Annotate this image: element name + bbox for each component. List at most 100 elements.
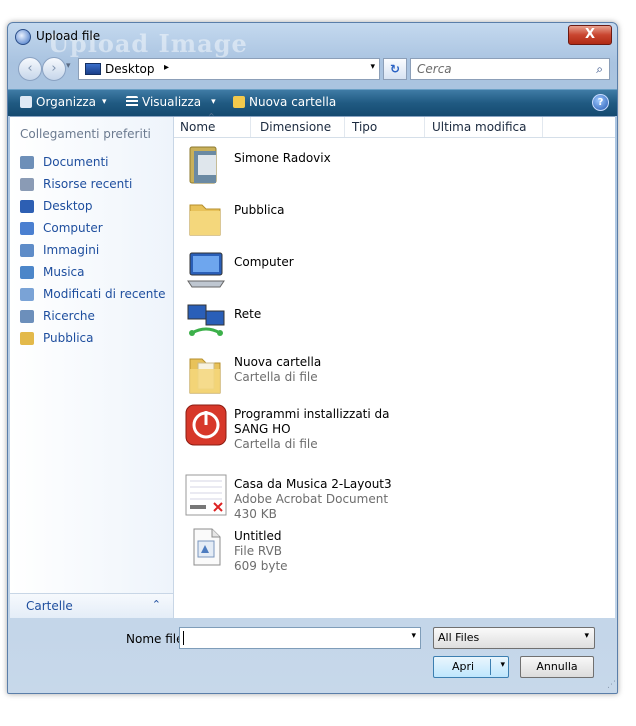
rvb-file-icon <box>193 528 221 566</box>
file-name: Pubblica <box>234 203 285 217</box>
filename-input[interactable]: ▾ <box>179 627 421 649</box>
file-item[interactable]: Nuova cartella Cartella di file <box>184 349 574 397</box>
network-icon <box>187 304 225 336</box>
sort-ascending-icon: ^ <box>208 112 215 121</box>
file-list: Nome ^ Dimensione Tipo Ultima modifica S… <box>174 112 615 618</box>
searches-icon <box>20 309 34 323</box>
folder-icon <box>189 204 221 236</box>
search-input[interactable]: Cerca ⌕ <box>410 58 610 80</box>
file-item[interactable]: Rete <box>184 297 574 345</box>
forward-button[interactable]: › <box>42 57 66 81</box>
view-button[interactable]: Visualizza ▾ <box>126 95 216 109</box>
column-divider[interactable] <box>542 117 543 137</box>
file-name: Untitled <box>234 529 282 543</box>
filename-dropdown-icon[interactable]: ▾ <box>411 631 416 641</box>
history-dropdown-icon[interactable]: ▾ <box>66 61 71 71</box>
back-button[interactable]: ‹ <box>18 57 42 81</box>
file-name: Casa da Musica 2-Layout3 <box>234 477 392 491</box>
browser-globe-icon <box>15 29 31 45</box>
organize-dropdown-icon: ▾ <box>102 97 107 107</box>
file-item[interactable]: Pubblica <box>184 193 574 241</box>
organize-icon <box>20 96 32 108</box>
file-item[interactable]: Simone Radovix <box>184 141 574 189</box>
file-name: Programmi installizzati da SANG HO <box>234 407 390 436</box>
content-area: Collegamenti preferiti Documenti Risorse … <box>10 112 615 618</box>
chevron-up-icon: ⌃ <box>151 598 161 611</box>
resize-grip-icon[interactable]: ⋰ <box>607 680 616 690</box>
folders-label: Cartelle <box>26 599 73 613</box>
file-item[interactable]: Casa da Musica 2-Layout3 Adobe Acrobat D… <box>184 471 574 521</box>
sidebar-item[interactable]: Ricerche <box>20 305 166 327</box>
open-dropdown-icon[interactable]: ▾ <box>500 660 505 670</box>
organize-button[interactable]: Organizza ▾ <box>20 95 107 109</box>
file-name: Rete <box>234 307 262 321</box>
sidebar-item[interactable]: Musica <box>20 261 166 283</box>
sidebar-item[interactable]: Pubblica <box>20 327 166 349</box>
sidebar-item[interactable]: Immagini <box>20 239 166 261</box>
pictures-icon <box>20 243 34 257</box>
user-folder-icon <box>189 146 217 184</box>
filetype-select[interactable]: All Files ▾ <box>433 627 595 649</box>
open-label: Apri <box>452 660 475 673</box>
documents-icon <box>20 155 34 169</box>
desktop-icon <box>85 63 101 75</box>
organize-label: Organizza <box>36 95 97 109</box>
search-placeholder: Cerca <box>417 62 452 76</box>
split-divider <box>490 659 491 675</box>
sidebar-item-label: Modificati di recente <box>43 287 166 301</box>
power-icon <box>185 404 227 446</box>
column-divider[interactable] <box>250 117 251 137</box>
folder-icon <box>189 358 221 394</box>
file-name: Simone Radovix <box>234 151 331 165</box>
file-item[interactable]: Programmi installizzati da SANG HO Carte… <box>184 401 574 461</box>
column-divider[interactable] <box>344 117 345 137</box>
close-icon: X <box>584 27 596 42</box>
file-type: Cartella di file <box>234 437 318 451</box>
column-name[interactable]: Nome <box>180 120 215 134</box>
cancel-button[interactable]: Annulla <box>520 656 594 678</box>
sidebar-item[interactable]: Documenti <box>20 151 166 173</box>
sidebar-item[interactable]: Modificati di recente <box>20 283 166 305</box>
column-size[interactable]: Dimensione <box>260 120 331 134</box>
navigation-pane: Collegamenti preferiti Documenti Risorse … <box>10 117 174 618</box>
sidebar-item-label: Computer <box>43 221 103 235</box>
new-folder-icon <box>233 96 245 108</box>
sidebar-item-label: Immagini <box>43 243 100 257</box>
search-icon[interactable]: ⌕ <box>596 62 603 77</box>
view-icon <box>126 96 138 108</box>
favorites-list: Documenti Risorse recenti Desktop Computer I… <box>20 151 166 349</box>
title-bar[interactable]: Upload file X <box>8 23 617 51</box>
column-modified[interactable]: Ultima modifica <box>432 120 527 134</box>
close-button[interactable]: X <box>568 25 612 45</box>
sidebar-item[interactable]: Computer <box>20 217 166 239</box>
computer-icon <box>20 221 34 235</box>
filetype-value: All Files <box>438 631 480 644</box>
command-toolbar: Organizza ▾ Visualizza ▾ Nuova cartella … <box>8 89 617 116</box>
address-dropdown-icon[interactable]: ▾ <box>370 62 375 72</box>
file-name: Computer <box>234 255 294 269</box>
sidebar-item[interactable]: Risorse recenti <box>20 173 166 195</box>
filetype-dropdown-icon: ▾ <box>584 631 589 641</box>
desktop-icon <box>20 199 34 213</box>
new-folder-label: Nuova cartella <box>249 95 337 109</box>
folders-toggle[interactable]: Cartelle ⌃ <box>10 593 173 618</box>
address-location[interactable]: Desktop <box>105 62 155 76</box>
help-icon[interactable]: ? <box>592 94 609 111</box>
forward-arrow-icon: › <box>51 61 57 76</box>
view-dropdown-icon: ▾ <box>211 97 216 107</box>
address-bar[interactable]: Desktop ▸ ▾ <box>78 58 380 80</box>
new-folder-button[interactable]: Nuova cartella <box>233 95 336 109</box>
file-type: Cartella di file <box>234 370 318 384</box>
file-item[interactable]: Computer <box>184 245 574 293</box>
column-divider[interactable] <box>424 117 425 137</box>
file-item[interactable]: Untitled File RVB 609 byte <box>184 523 574 573</box>
sidebar-item[interactable]: Desktop <box>20 195 166 217</box>
upload-file-dialog: Upload Image Upload file X ‹ › ▾ Desktop… <box>7 22 618 694</box>
column-type[interactable]: Tipo <box>352 120 377 134</box>
file-name: Nuova cartella <box>234 355 322 369</box>
navigation-bar: ‹ › ▾ Desktop ▸ ▾ ↻ Cerca ⌕ <box>8 55 617 83</box>
sidebar-item-label: Musica <box>43 265 85 279</box>
open-button[interactable]: Apri ▾ <box>433 656 509 678</box>
breadcrumb-arrow-icon[interactable]: ▸ <box>164 62 169 73</box>
refresh-button[interactable]: ↻ <box>383 58 407 80</box>
